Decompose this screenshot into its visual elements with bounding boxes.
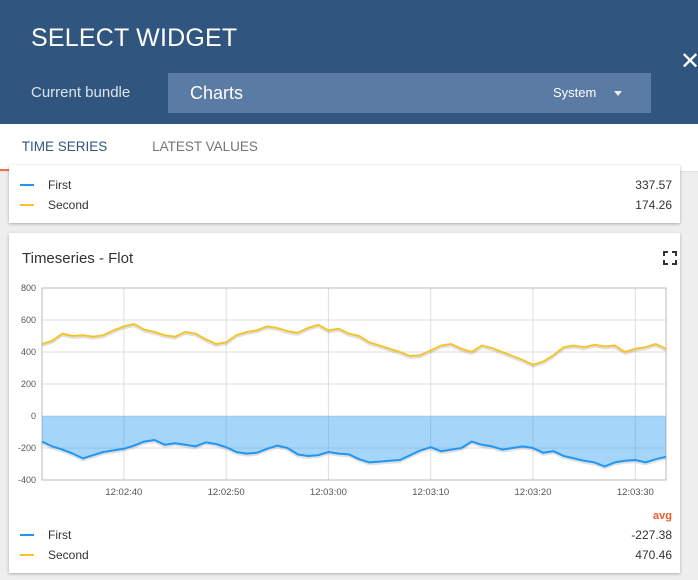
bundle-select[interactable]: Charts System: [168, 73, 651, 113]
legend-name: Second: [48, 548, 89, 562]
card-title: Timeseries - Flot: [22, 250, 134, 267]
legend-value: 174.26: [635, 198, 672, 212]
legend-value: -227.38: [631, 528, 672, 542]
x-tick-label: 12:03:10: [412, 487, 449, 498]
y-tick-label: 800: [21, 283, 36, 293]
tab-time-series[interactable]: TIME SERIES: [0, 124, 129, 171]
bundle-scope: System: [553, 85, 597, 100]
timeseries-chart: 800 600 400 200 0 -200 -400 12:02:40 12:02:50 12:…: [18, 283, 667, 498]
legend-row-second: Second 470.46: [9, 545, 680, 565]
legend-value: 470.46: [635, 548, 672, 562]
series-line-second: [41, 323, 667, 366]
y-tick-label: -200: [18, 443, 36, 453]
y-tick-label: -400: [18, 475, 36, 485]
widget-card-partial[interactable]: First 337.57 Second 174.26: [9, 165, 680, 223]
legend-swatch: [20, 204, 34, 206]
y-tick-label: 600: [21, 315, 36, 325]
x-tick-label: 12:02:50: [208, 487, 245, 498]
legend-row-first: First 337.57: [9, 175, 680, 195]
close-icon[interactable]: ✕: [680, 50, 698, 74]
chevron-down-icon: [614, 91, 622, 96]
legend-name: First: [48, 528, 72, 542]
legend-swatch: [20, 184, 34, 186]
dialog-title: SELECT WIDGET: [31, 24, 238, 52]
x-tick-label: 12:03:00: [310, 487, 347, 498]
dialog-header: SELECT WIDGET ✕ Current bundle Charts Sy…: [0, 0, 698, 124]
y-tick-label: 200: [21, 379, 36, 389]
legend-row-second: Second 174.26: [9, 195, 680, 215]
legend-row-first: First -227.38: [9, 525, 680, 545]
y-tick-label: 0: [31, 411, 36, 421]
legend-value: 337.57: [635, 178, 672, 192]
legend-swatch: [20, 534, 34, 536]
x-tick-label: 12:03:20: [515, 487, 552, 498]
legend-name: First: [48, 178, 72, 192]
avg-header: avg: [653, 510, 672, 522]
x-tick-label: 12:02:40: [105, 487, 142, 498]
tab-latest-values[interactable]: LATEST VALUES: [140, 124, 270, 171]
fullscreen-icon[interactable]: [663, 251, 677, 265]
legend-name: Second: [48, 198, 89, 212]
widget-card-timeseries-flot[interactable]: Timeseries - Flot 800 600 400 200 0 -200 -400 1…: [9, 233, 680, 573]
bundle-name: Charts: [190, 83, 244, 103]
legend-swatch: [20, 554, 34, 556]
y-tick-label: 400: [21, 347, 36, 357]
bundle-label: Current bundle: [31, 84, 131, 101]
x-tick-label: 12:03:30: [617, 487, 654, 498]
